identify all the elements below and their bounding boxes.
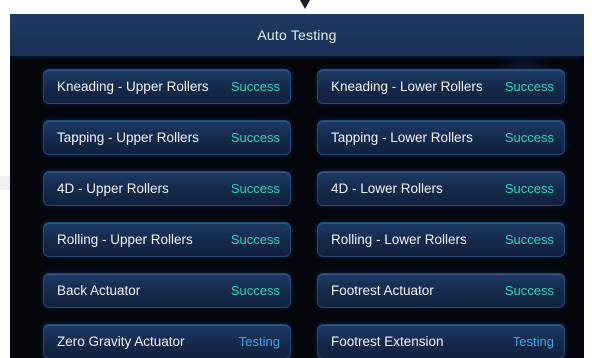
test-status: Success bbox=[504, 79, 554, 94]
header-bar: Auto Testing bbox=[10, 14, 584, 56]
test-tile-kneading-lower[interactable]: Kneading - Lower Rollers Success bbox=[317, 69, 565, 104]
test-tile-4d-upper[interactable]: 4D - Upper Rollers Success bbox=[43, 171, 291, 206]
test-status: Testing bbox=[512, 334, 554, 349]
test-status: Success bbox=[230, 79, 280, 94]
top-notch-marker bbox=[300, 0, 310, 9]
test-status: Success bbox=[230, 130, 280, 145]
test-label: Zero Gravity Actuator bbox=[57, 334, 185, 349]
page-title: Auto Testing bbox=[257, 27, 337, 43]
test-status: Success bbox=[230, 181, 280, 196]
test-status: Testing bbox=[238, 334, 280, 349]
test-tile-rolling-upper[interactable]: Rolling - Upper Rollers Success bbox=[43, 222, 291, 257]
test-label: Back Actuator bbox=[57, 283, 141, 298]
test-status: Success bbox=[504, 232, 554, 247]
test-label: Rolling - Lower Rollers bbox=[331, 232, 467, 247]
test-label: 4D - Upper Rollers bbox=[57, 181, 169, 196]
test-label: Tapping - Upper Rollers bbox=[57, 130, 199, 145]
test-tile-zero-gravity-actuator[interactable]: Zero Gravity Actuator Testing bbox=[43, 324, 291, 358]
test-tile-4d-lower[interactable]: 4D - Lower Rollers Success bbox=[317, 171, 565, 206]
test-tile-tapping-upper[interactable]: Tapping - Upper Rollers Success bbox=[43, 120, 291, 155]
test-status: Success bbox=[504, 283, 554, 298]
test-status: Success bbox=[504, 181, 554, 196]
side-edge-marker bbox=[0, 176, 10, 190]
test-label: Rolling - Upper Rollers bbox=[57, 232, 193, 247]
test-status: Success bbox=[230, 283, 280, 298]
test-label: Kneading - Upper Rollers bbox=[57, 79, 209, 94]
test-label: 4D - Lower Rollers bbox=[331, 181, 443, 196]
auto-testing-screen: Auto Testing Kneading - Upper Rollers Su… bbox=[10, 14, 584, 358]
test-tile-footrest-extension[interactable]: Footrest Extension Testing bbox=[317, 324, 565, 358]
test-label: Footrest Extension bbox=[331, 334, 444, 349]
test-status: Success bbox=[504, 130, 554, 145]
test-tile-back-actuator[interactable]: Back Actuator Success bbox=[43, 273, 291, 308]
test-label: Footrest Actuator bbox=[331, 283, 434, 298]
test-tile-tapping-lower[interactable]: Tapping - Lower Rollers Success bbox=[317, 120, 565, 155]
test-status: Success bbox=[230, 232, 280, 247]
test-label: Kneading - Lower Rollers bbox=[331, 79, 483, 94]
test-label: Tapping - Lower Rollers bbox=[331, 130, 473, 145]
test-tile-rolling-lower[interactable]: Rolling - Lower Rollers Success bbox=[317, 222, 565, 257]
test-tile-footrest-actuator[interactable]: Footrest Actuator Success bbox=[317, 273, 565, 308]
test-tile-kneading-upper[interactable]: Kneading - Upper Rollers Success bbox=[43, 69, 291, 104]
